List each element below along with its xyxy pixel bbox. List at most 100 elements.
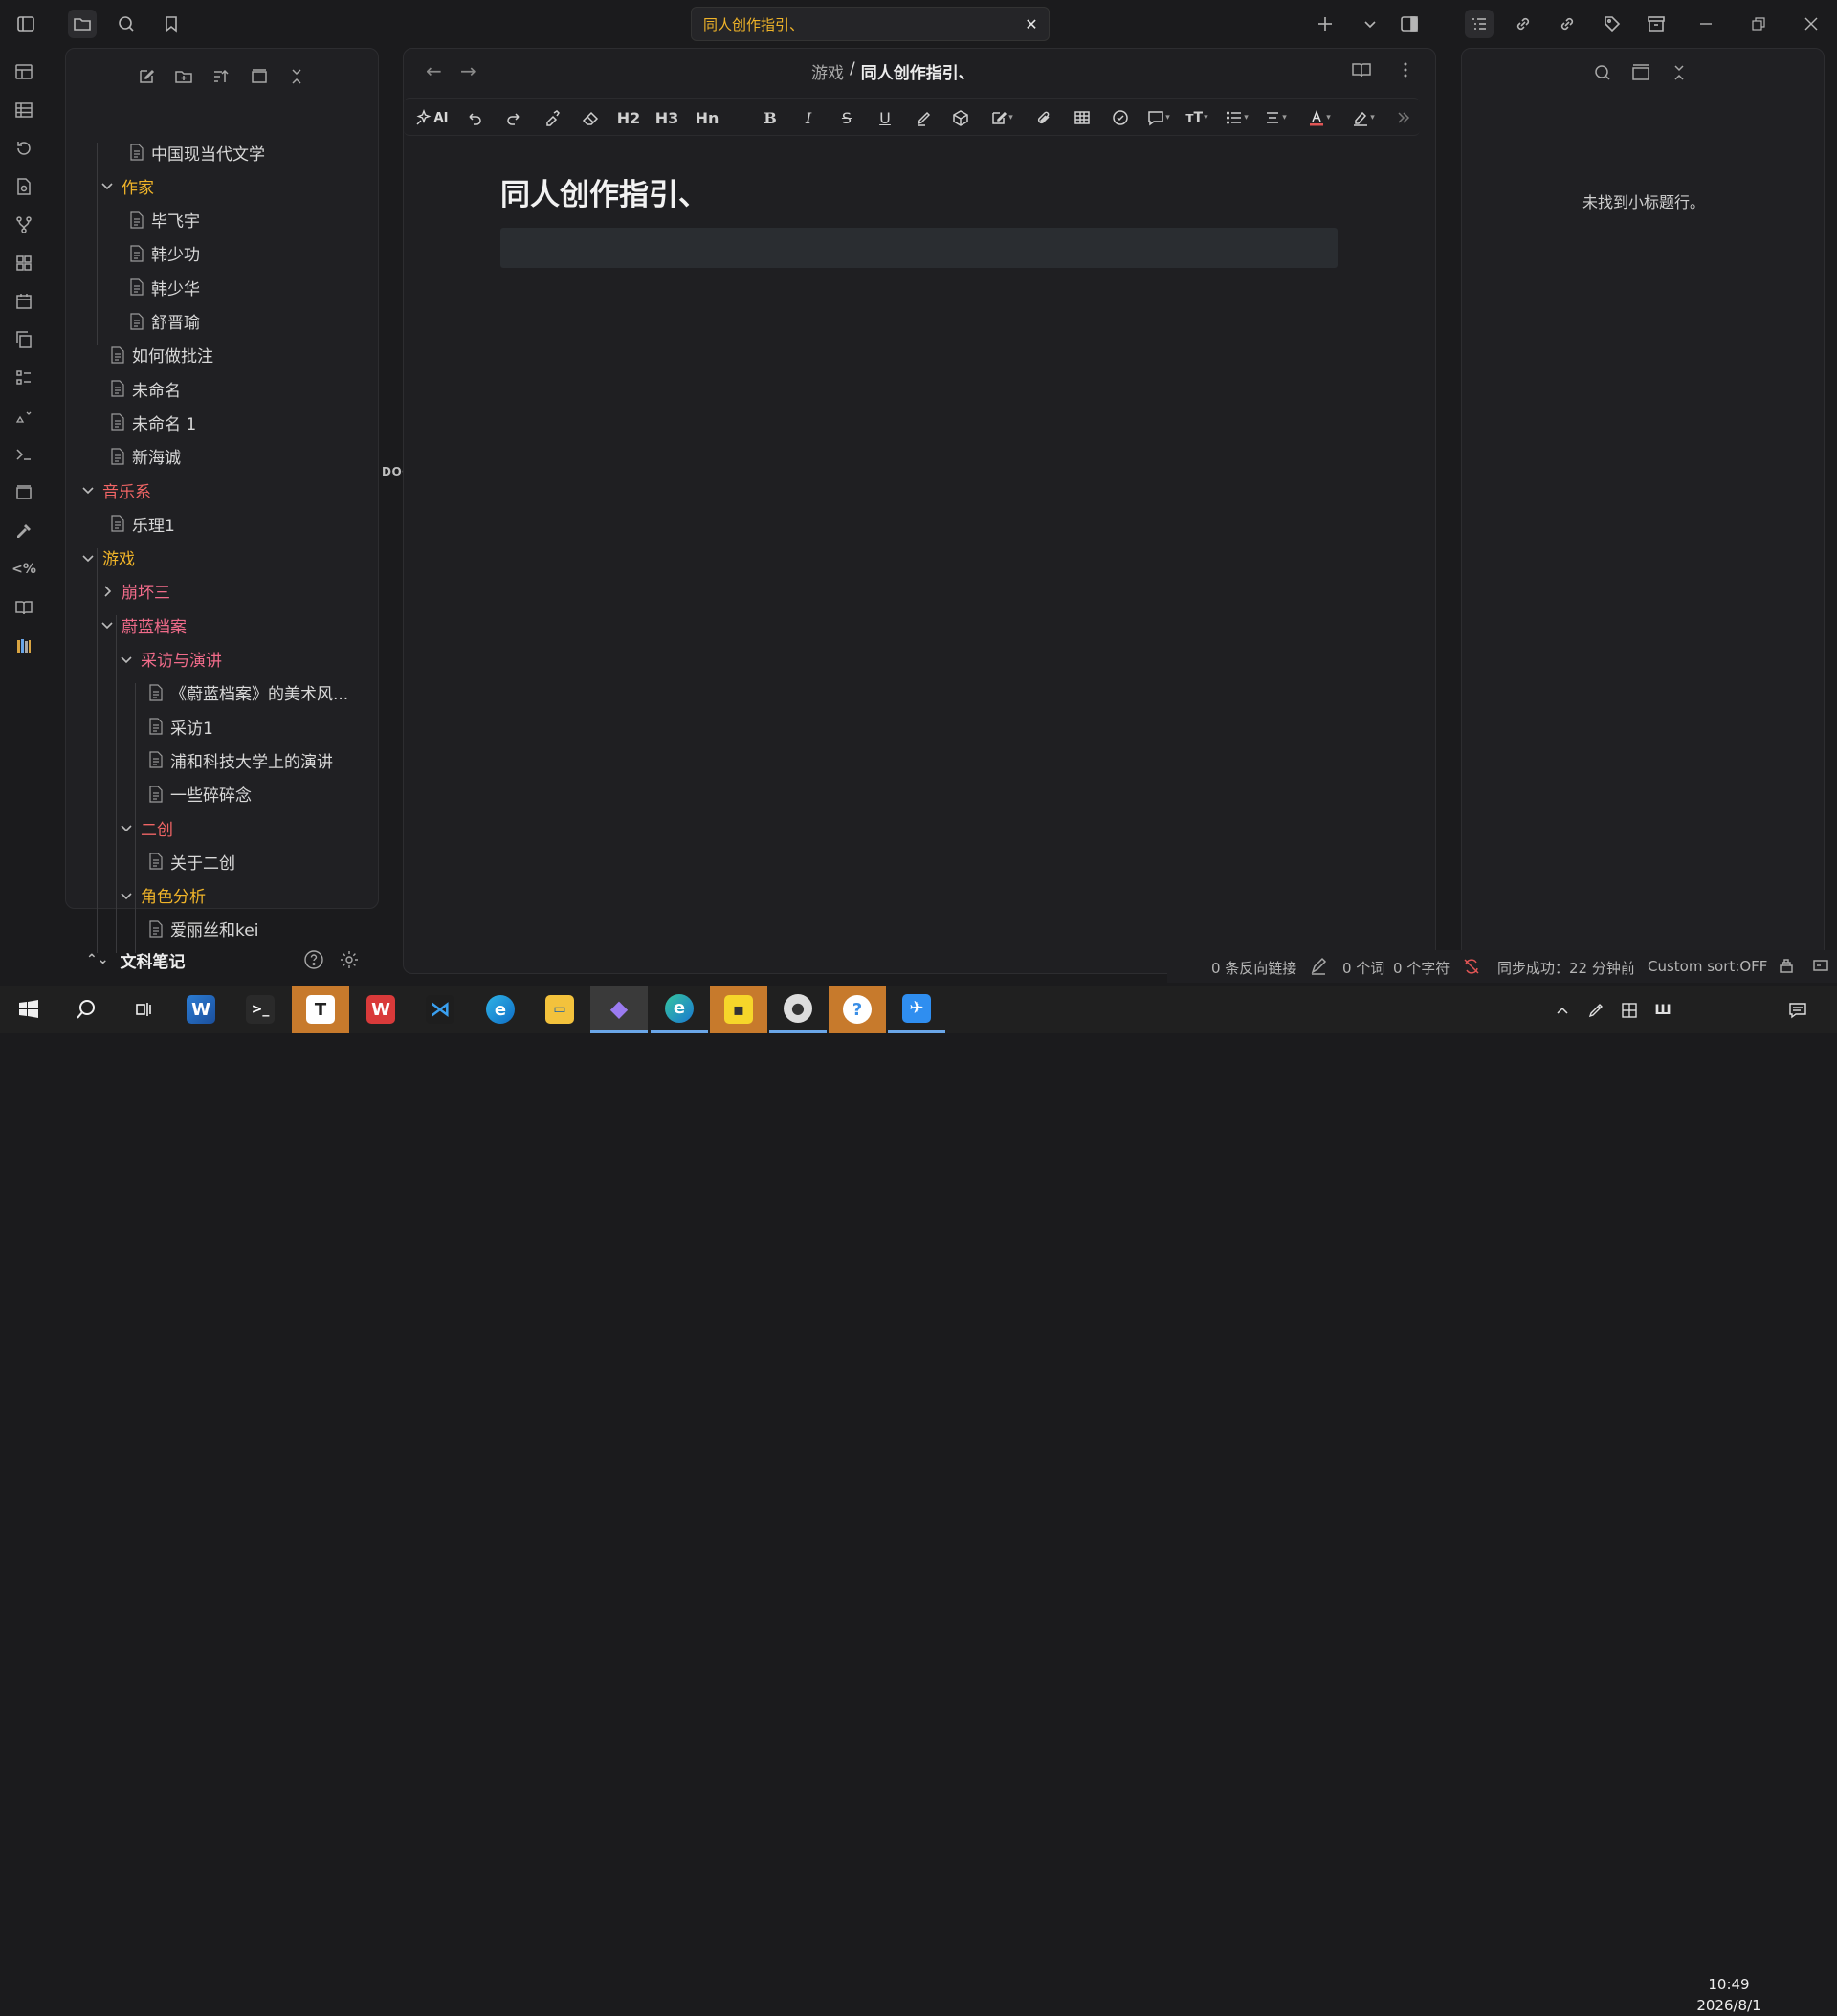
attachment-icon[interactable]: [1032, 106, 1055, 129]
text-size-icon[interactable]: тT ▾: [1183, 106, 1211, 129]
settings-icon[interactable]: [339, 949, 362, 972]
collapse-all-icon[interactable]: [284, 64, 309, 89]
outline-view-icon[interactable]: [1630, 62, 1653, 85]
pen-tray-icon[interactable]: [1585, 1000, 1606, 1021]
new-note-icon[interactable]: [134, 64, 159, 89]
file-item[interactable]: 浦和科技大学上的演讲: [148, 744, 333, 775]
ai-button[interactable]: AI: [410, 106, 453, 129]
more-options-icon[interactable]: [1395, 59, 1416, 80]
layout-icon[interactable]: [11, 59, 36, 84]
right-sidebar-toggle-icon[interactable]: [1395, 10, 1424, 38]
forward-arrow-icon[interactable]: →: [460, 59, 476, 82]
underline-button[interactable]: U: [874, 106, 896, 129]
restore-icon[interactable]: [1744, 10, 1773, 38]
terminal-app-icon[interactable]: >_: [232, 986, 289, 1033]
shapes-icon[interactable]: [11, 404, 36, 429]
help-icon[interactable]: [303, 949, 326, 972]
file-item[interactable]: 新海诚: [110, 441, 181, 472]
file-item[interactable]: 爱丽丝和kei: [148, 914, 258, 944]
sync-off-icon[interactable]: [1462, 957, 1481, 976]
align-icon[interactable]: ▾: [1261, 106, 1290, 129]
file-item[interactable]: 未命名: [110, 373, 181, 404]
tray-expand-icon[interactable]: [1552, 1000, 1573, 1021]
file-item[interactable]: 韩少华: [129, 272, 200, 302]
file-item[interactable]: 乐理1: [110, 508, 175, 539]
vpn-app-icon[interactable]: ●: [769, 986, 827, 1033]
typora-app-icon[interactable]: T: [292, 986, 349, 1033]
file-item[interactable]: 采访1: [148, 711, 213, 742]
sticky-notes-app-icon[interactable]: ▪: [710, 986, 767, 1033]
edge-ai-app-icon[interactable]: e: [472, 986, 529, 1033]
grid-icon[interactable]: [11, 251, 36, 276]
folder-item[interactable]: 崩坏三: [100, 576, 170, 607]
tools-icon[interactable]: [11, 519, 36, 543]
tab-close-icon[interactable]: ✕: [1022, 15, 1041, 34]
vault-switcher[interactable]: ⌃⌄ 文科笔记: [86, 945, 185, 974]
archive-icon[interactable]: [1642, 10, 1671, 38]
slides-icon[interactable]: [11, 480, 36, 505]
sync-status[interactable]: 同步成功：22 分钟前: [1497, 958, 1635, 978]
folder-item[interactable]: 二创: [120, 812, 173, 843]
heading2-button[interactable]: H2: [616, 106, 641, 129]
file-item[interactable]: 未命名 1: [110, 407, 196, 437]
file-explorer-app-icon[interactable]: ▭: [531, 986, 588, 1033]
file-item[interactable]: 毕飞宇: [129, 205, 200, 235]
taskbar-search-icon[interactable]: [57, 986, 115, 1033]
highlight-color-icon[interactable]: ▾: [1349, 106, 1378, 129]
folder-item[interactable]: 角色分析: [120, 880, 206, 911]
code-percent-icon[interactable]: <%: [11, 557, 36, 582]
folder-item[interactable]: 游戏: [81, 543, 135, 573]
collapse-view-icon[interactable]: [247, 64, 272, 89]
cube-icon[interactable]: [949, 106, 972, 129]
chevrons-right-icon[interactable]: [1393, 106, 1414, 129]
search-icon[interactable]: [112, 10, 141, 38]
tag-icon[interactable]: [1598, 10, 1627, 38]
terminal-icon[interactable]: [11, 442, 36, 467]
list-icon[interactable]: ▾: [1223, 106, 1251, 129]
bold-button[interactable]: B: [760, 106, 781, 129]
file-item[interactable]: 韩少功: [129, 238, 200, 269]
outline-collapse-icon[interactable]: [1669, 62, 1692, 85]
breadcrumb-parent[interactable]: 游戏: [811, 59, 844, 83]
table-icon[interactable]: [11, 98, 36, 122]
table-insert-icon[interactable]: [1071, 106, 1094, 129]
start-button[interactable]: [0, 986, 57, 1033]
eraser-icon[interactable]: [579, 106, 602, 129]
edit-pen-icon[interactable]: ▾: [988, 106, 1015, 129]
new-folder-icon[interactable]: [171, 64, 196, 89]
git-branch-icon[interactable]: [11, 212, 36, 237]
file-item[interactable]: 《蔚蓝档案》的美术风...: [148, 677, 348, 708]
chat-app-icon[interactable]: ?: [829, 986, 886, 1033]
heading3-button[interactable]: H3: [654, 106, 679, 129]
history-icon[interactable]: [11, 136, 36, 161]
folder-item[interactable]: 音乐系: [81, 475, 151, 505]
book-open-icon[interactable]: [11, 595, 36, 620]
new-tab-icon[interactable]: [1311, 10, 1339, 38]
wps-app-icon[interactable]: W: [352, 986, 409, 1033]
back-arrow-icon[interactable]: ←: [426, 59, 442, 82]
heading-n-button[interactable]: Hn: [693, 106, 721, 129]
redo-icon[interactable]: [502, 106, 525, 129]
edge-app-icon[interactable]: e: [651, 986, 708, 1033]
list-check-icon[interactable]: [11, 366, 36, 390]
bookmark-icon[interactable]: [157, 10, 186, 38]
file-item[interactable]: 一些碎碎念: [148, 779, 252, 809]
folder-item[interactable]: 蔚蓝档案: [100, 609, 187, 640]
folder-item[interactable]: 采访与演讲: [120, 644, 222, 675]
taskbar-clock[interactable]: 10:49 2026/8/1: [1686, 1974, 1772, 2016]
word-app-icon[interactable]: W: [172, 986, 230, 1033]
custom-sort-status[interactable]: Custom sort:OFF: [1648, 958, 1767, 975]
outgoing-links-icon[interactable]: [1553, 10, 1582, 38]
task-view-icon[interactable]: [115, 986, 172, 1033]
dingtalk-app-icon[interactable]: ✈: [888, 986, 945, 1033]
breadcrumb-current[interactable]: 同人创作指引、: [861, 59, 975, 83]
close-window-icon[interactable]: [1797, 10, 1826, 38]
panel-icon[interactable]: [1812, 957, 1831, 976]
file-search-icon[interactable]: [11, 174, 36, 199]
file-item[interactable]: 中国现当代文学: [129, 137, 265, 167]
strikethrough-button[interactable]: S: [836, 106, 857, 129]
checkbox-icon[interactable]: [1109, 106, 1132, 129]
backlinks-icon[interactable]: [1509, 10, 1538, 38]
vscode-app-icon[interactable]: ⋊: [411, 986, 469, 1033]
outline-search-icon[interactable]: [1592, 62, 1615, 85]
